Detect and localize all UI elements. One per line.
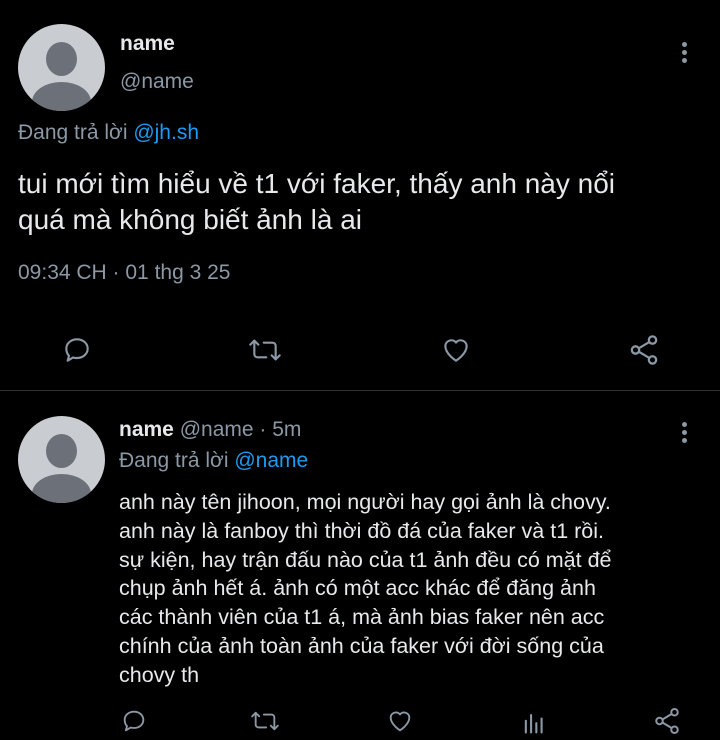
tweet-text-line: quá mà không biết ảnh là ai	[18, 204, 363, 235]
timestamp: 09:34 CH · 01 thg 3 25	[18, 261, 231, 284]
like-icon[interactable]	[439, 334, 473, 366]
divider	[0, 390, 720, 391]
replying-to-link[interactable]: @name	[234, 449, 308, 472]
reply-text-line: chính của ảnh toàn ảnh của faker với đời…	[119, 633, 604, 658]
replying-prefix: Đang trả lời	[119, 449, 229, 472]
views-icon[interactable]	[520, 708, 548, 736]
like-icon[interactable]	[385, 707, 415, 735]
reply-text-line: anh này là fanboy thì thời đồ đá của fak…	[119, 518, 605, 543]
replying-to: Đang trả lời @jh.sh	[18, 121, 199, 145]
reply-icon[interactable]	[60, 334, 94, 366]
display-name[interactable]: name	[119, 418, 174, 441]
share-icon[interactable]	[652, 706, 682, 736]
share-icon[interactable]	[627, 333, 661, 367]
time-ago: 5m	[272, 418, 302, 441]
replying-to: Đang trả lời @name	[119, 449, 308, 473]
retweet-icon[interactable]	[246, 334, 284, 366]
more-icon[interactable]	[682, 422, 688, 446]
replying-prefix: Đang trả lời	[18, 121, 128, 144]
reply-text-line: sự kiện, hay trận đấu nào của t1 ảnh đều…	[119, 547, 612, 572]
reply-header: name @name · 5m	[119, 418, 301, 442]
reply-text-line: các thành viên của t1 á, mà ảnh bias fak…	[119, 605, 605, 630]
handle: @name	[179, 418, 254, 441]
retweet-icon[interactable]	[248, 707, 282, 735]
reply-text-line: chovy th	[119, 662, 200, 687]
reply-text: anh này tên jihoon, mọi người hay gọi ản…	[119, 488, 612, 690]
avatar[interactable]	[18, 24, 105, 111]
more-icon[interactable]	[682, 42, 688, 66]
separator: ·	[259, 418, 267, 441]
avatar[interactable]	[18, 416, 105, 503]
reply-icon[interactable]	[119, 707, 149, 735]
reply-text-line: chụp ảnh hết á. ảnh có một acc khác để đ…	[119, 576, 596, 601]
reply-text-line: anh này tên jihoon, mọi người hay gọi ản…	[119, 490, 611, 514]
replying-to-link[interactable]: @jh.sh	[133, 121, 199, 144]
handle: @name	[120, 70, 194, 93]
display-name[interactable]: name	[120, 32, 175, 56]
tweet-text: tui mới tìm hiểu về t1 với faker, thấy a…	[18, 166, 615, 238]
tweet-text-line: tui mới tìm hiểu về t1 với faker, thấy a…	[18, 168, 616, 199]
